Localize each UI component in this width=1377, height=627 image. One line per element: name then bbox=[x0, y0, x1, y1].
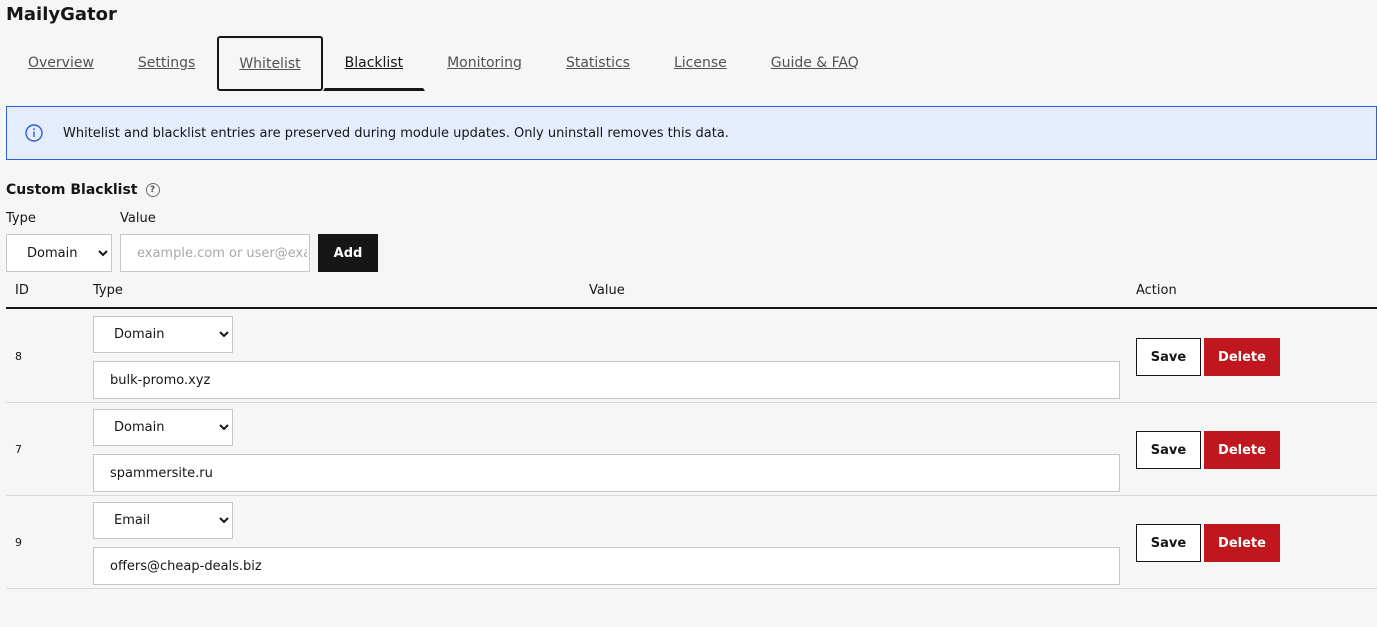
table-row: 9 Domain Email Save Delete bbox=[6, 496, 1377, 589]
row-value-input[interactable] bbox=[93, 547, 1120, 585]
row-value-input[interactable] bbox=[93, 454, 1120, 492]
save-button[interactable]: Save bbox=[1136, 338, 1201, 376]
row-id: 9 bbox=[15, 536, 22, 549]
column-header-type: Type bbox=[93, 283, 123, 298]
column-header-value: Value bbox=[589, 283, 625, 298]
page: MailyGator Overview Settings Whitelist B… bbox=[0, 0, 1377, 627]
column-header-id: ID bbox=[15, 283, 29, 298]
new-entry-value-input[interactable] bbox=[120, 234, 310, 272]
table-row: 8 Domain Email Save Delete bbox=[6, 310, 1377, 403]
app-title: MailyGator bbox=[6, 4, 117, 25]
table-row: 7 Domain Email Save Delete bbox=[6, 403, 1377, 496]
save-button[interactable]: Save bbox=[1136, 431, 1201, 469]
tab-overview[interactable]: Overview bbox=[6, 36, 116, 91]
tab-whitelist[interactable]: Whitelist bbox=[217, 36, 323, 91]
tab-license[interactable]: License bbox=[652, 36, 749, 91]
info-icon bbox=[25, 124, 43, 142]
tab-guide-faq[interactable]: Guide & FAQ bbox=[749, 36, 881, 91]
section-title: Custom Blacklist ? bbox=[6, 180, 160, 200]
notice-text: Whitelist and blacklist entries are pres… bbox=[63, 125, 729, 141]
row-type-select[interactable]: Domain Email bbox=[93, 316, 233, 353]
row-id: 7 bbox=[15, 443, 22, 456]
tab-statistics[interactable]: Statistics bbox=[544, 36, 652, 91]
value-label: Value bbox=[120, 211, 156, 226]
tab-monitoring[interactable]: Monitoring bbox=[425, 36, 544, 91]
row-type-select[interactable]: Domain Email bbox=[93, 502, 233, 539]
row-value-input[interactable] bbox=[93, 361, 1120, 399]
help-icon[interactable]: ? bbox=[145, 183, 160, 197]
delete-button[interactable]: Delete bbox=[1204, 338, 1280, 376]
tab-settings[interactable]: Settings bbox=[116, 36, 217, 91]
info-notification: Whitelist and blacklist entries are pres… bbox=[6, 106, 1377, 160]
add-button[interactable]: Add bbox=[318, 234, 378, 272]
row-id: 8 bbox=[15, 350, 22, 363]
tab-bar: Overview Settings Whitelist Blacklist Mo… bbox=[6, 36, 881, 91]
row-type-select[interactable]: Domain Email bbox=[93, 409, 233, 446]
type-label: Type bbox=[6, 211, 36, 226]
table-header: ID Type Value Action bbox=[6, 280, 1377, 309]
new-entry-type-select[interactable]: Domain Email bbox=[6, 234, 112, 272]
column-header-action: Action bbox=[1136, 283, 1177, 298]
tab-blacklist[interactable]: Blacklist bbox=[322, 36, 426, 91]
delete-button[interactable]: Delete bbox=[1204, 431, 1280, 469]
section-title-text: Custom Blacklist bbox=[6, 182, 138, 198]
save-button[interactable]: Save bbox=[1136, 524, 1201, 562]
delete-button[interactable]: Delete bbox=[1204, 524, 1280, 562]
